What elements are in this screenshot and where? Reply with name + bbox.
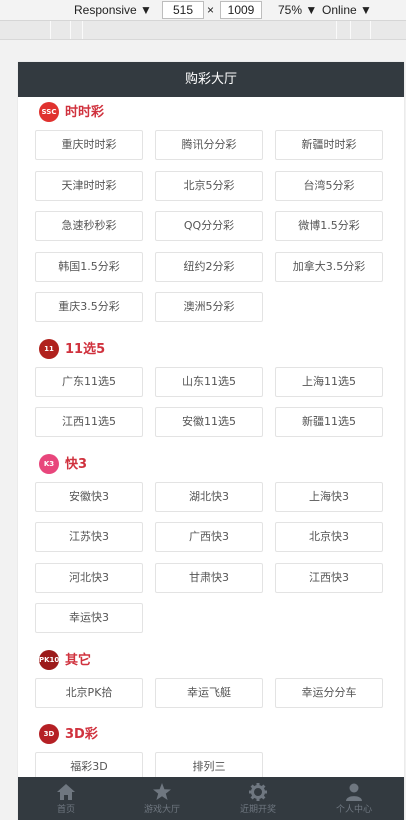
lottery-button[interactable]: 幸运快3 bbox=[35, 603, 143, 633]
tab-profile-label: 个人中心 bbox=[335, 805, 372, 815]
lottery-button[interactable]: 澳洲5分彩 bbox=[155, 292, 263, 322]
tab-recent-draws[interactable]: 近期开奖 bbox=[210, 777, 306, 820]
lottery-button[interactable]: 江苏快3 bbox=[35, 522, 143, 552]
star-icon bbox=[153, 783, 171, 800]
lottery-button[interactable]: 上海快3 bbox=[275, 481, 383, 512]
tab-recent-draws-label: 近期开奖 bbox=[239, 805, 276, 815]
tab-home-label: 首页 bbox=[56, 805, 75, 815]
lottery-button[interactable]: 安徽快3 bbox=[35, 481, 143, 512]
lottery-button[interactable]: 甘肃快3 bbox=[155, 562, 263, 593]
lottery-hall: SSC 时时彩重庆时时彩 腾讯分分彩 新疆时时彩天津时时彩 北京5分彩 台湾5分彩急速秒秒… bbox=[18, 97, 404, 777]
lottery-button[interactable]: 韩国1.5分彩 bbox=[35, 251, 143, 282]
lottery-button[interactable]: 福彩3D bbox=[35, 752, 143, 777]
mobile-viewport: 购彩大厅 SSC 时时彩重庆时时彩 腾讯分分彩 新疆时时彩天津时时彩 北京5分彩 台湾5分… bbox=[18, 62, 404, 820]
bottom-tab-bar: 首页 游戏大厅 近期开奖 个人中心 bbox=[18, 777, 404, 820]
media-query-bar bbox=[0, 21, 406, 40]
tab-game-hall[interactable]: 游戏大厅 bbox=[114, 777, 210, 820]
lottery-button[interactable]: 排列三 bbox=[155, 752, 263, 777]
section-title: 时时彩 bbox=[65, 105, 105, 120]
section-title: 快3 bbox=[65, 456, 88, 472]
lottery-button[interactable]: 河北快3 bbox=[35, 562, 143, 593]
tab-home[interactable]: 首页 bbox=[18, 777, 114, 820]
device-label: Responsive bbox=[74, 3, 137, 17]
lottery-button[interactable]: 安徽11选5 bbox=[155, 407, 263, 437]
zoom-select[interactable]: 75% ▼ bbox=[278, 3, 317, 17]
lottery-button[interactable]: 上海11选5 bbox=[275, 366, 383, 397]
height-input[interactable]: 1009 bbox=[220, 1, 262, 19]
tab-game-hall-label: 游戏大厅 bbox=[143, 805, 180, 815]
lottery-button[interactable]: 幸运飞艇 bbox=[155, 677, 263, 708]
lottery-button[interactable]: 北京快3 bbox=[275, 522, 383, 552]
lottery-button[interactable]: 纽约2分彩 bbox=[155, 251, 263, 282]
lottery-button[interactable]: 山东11选5 bbox=[155, 366, 263, 397]
lottery-button[interactable]: 天津时时彩 bbox=[35, 170, 143, 201]
gear-icon bbox=[249, 783, 267, 801]
lottery-button[interactable]: 北京PK拾 bbox=[35, 677, 143, 708]
lottery-button[interactable]: 新疆时时彩 bbox=[275, 130, 383, 160]
lottery-button[interactable]: 腾讯分分彩 bbox=[155, 130, 263, 160]
lottery-button[interactable]: 重庆3.5分彩 bbox=[35, 292, 143, 322]
lottery-button[interactable]: 江西快3 bbox=[275, 562, 383, 593]
home-icon bbox=[57, 784, 75, 800]
devtools-toolbar: Responsive ▼ 515 × 1009 75% ▼ Online ▼ bbox=[0, 0, 406, 21]
zoom-label: 75% bbox=[278, 3, 303, 17]
lottery-logo-icon: PK10 bbox=[39, 649, 59, 670]
network-label: Online bbox=[322, 3, 357, 17]
section-title: 11选5 bbox=[65, 341, 106, 357]
lottery-button[interactable]: 台湾5分彩 bbox=[275, 170, 383, 201]
lottery-logo-icon: SSC bbox=[39, 102, 59, 122]
section-title: 其它 bbox=[65, 652, 92, 668]
lottery-button[interactable]: 江西11选5 bbox=[35, 407, 143, 437]
lottery-button[interactable]: 幸运分分车 bbox=[275, 677, 383, 708]
network-select[interactable]: Online ▼ bbox=[322, 3, 372, 17]
lottery-button[interactable]: 北京5分彩 bbox=[155, 170, 263, 201]
lottery-button[interactable]: QQ分分彩 bbox=[155, 211, 263, 241]
user-icon bbox=[346, 783, 362, 801]
page-title: 购彩大厅 bbox=[18, 62, 404, 97]
lottery-logo-icon: 3D bbox=[39, 724, 59, 744]
lottery-button[interactable]: 重庆时时彩 bbox=[35, 130, 143, 160]
lottery-button[interactable]: 急速秒秒彩 bbox=[35, 211, 143, 241]
section-title: 3D彩 bbox=[65, 727, 98, 742]
times-sign: × bbox=[207, 3, 215, 17]
lottery-button[interactable]: 广东11选5 bbox=[35, 366, 143, 397]
lottery-button[interactable]: 微博1.5分彩 bbox=[275, 211, 383, 241]
width-input[interactable]: 515 bbox=[162, 1, 204, 19]
lottery-button[interactable]: 广西快3 bbox=[155, 522, 263, 552]
lottery-button[interactable]: 湖北快3 bbox=[155, 481, 263, 512]
device-select[interactable]: Responsive ▼ bbox=[74, 3, 152, 17]
lottery-logo-icon: K3 bbox=[39, 453, 59, 474]
lottery-button[interactable]: 加拿大3.5分彩 bbox=[275, 251, 383, 282]
tab-profile[interactable]: 个人中心 bbox=[306, 777, 402, 820]
lottery-logo-icon: 11 bbox=[39, 338, 59, 359]
lottery-button[interactable]: 新疆11选5 bbox=[275, 407, 383, 437]
